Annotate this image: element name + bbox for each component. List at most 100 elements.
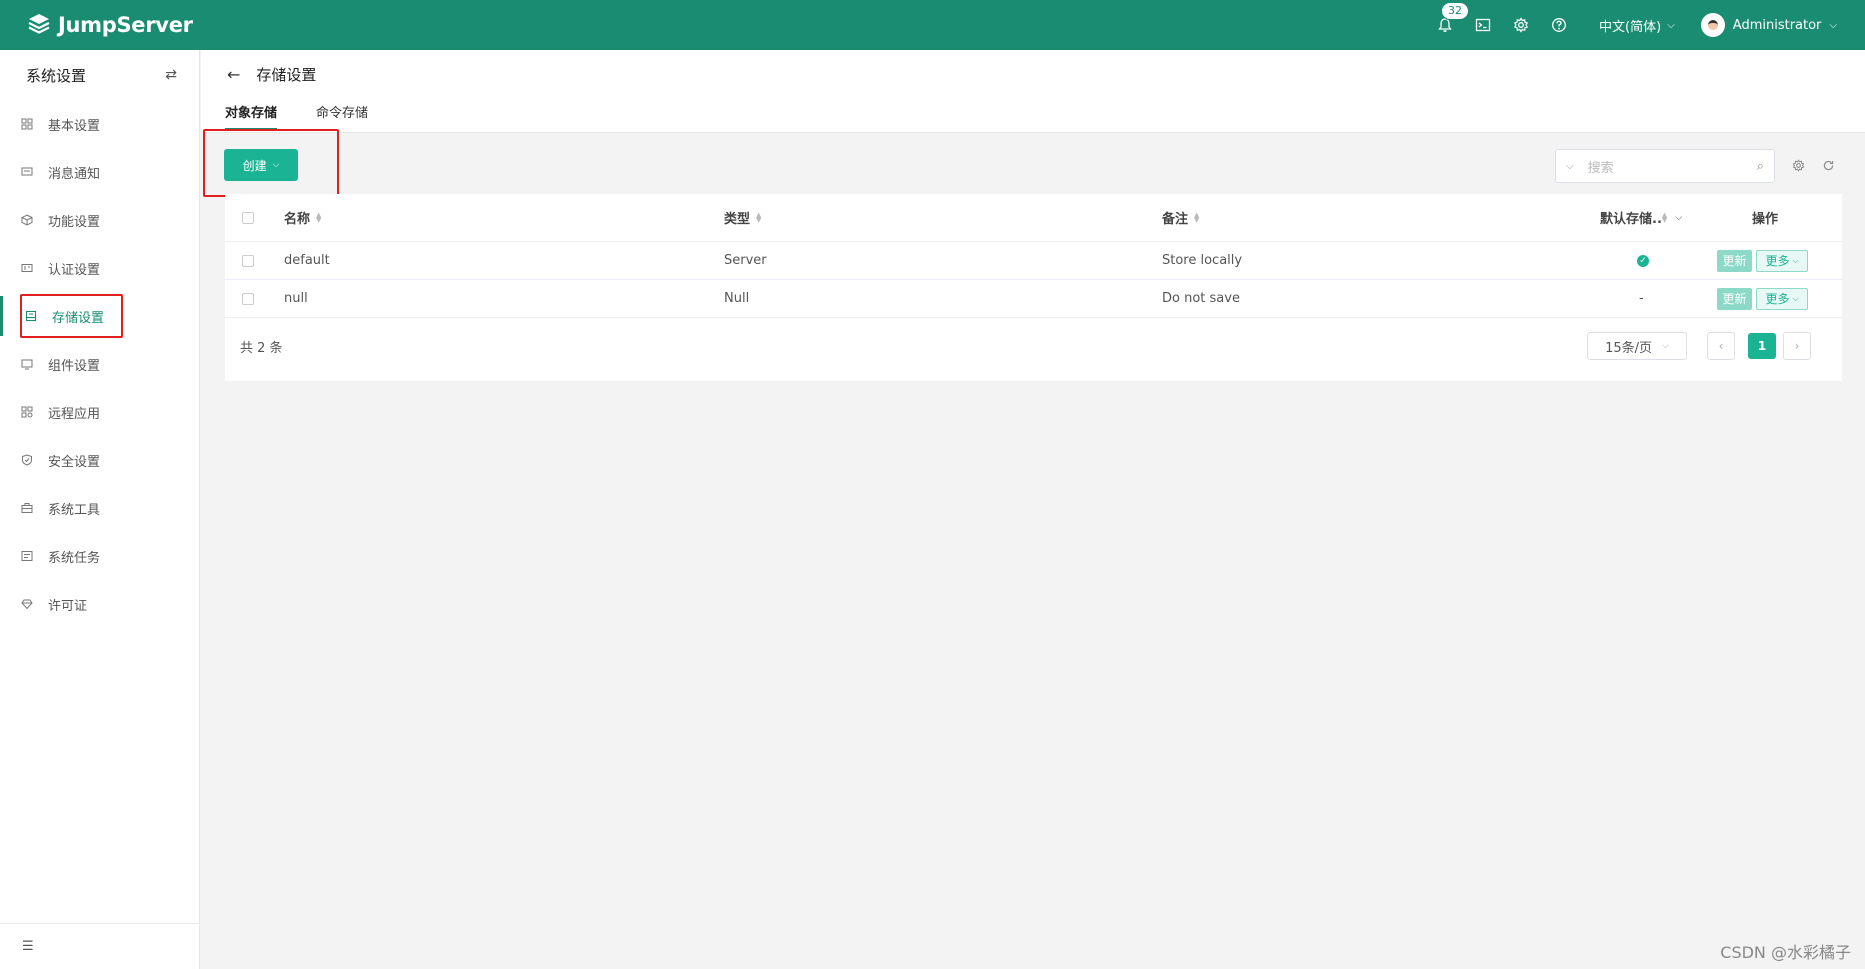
column-header-comment[interactable]: 备注 ▲ ▼ [1162, 194, 1199, 241]
switch-view-icon[interactable]: ⇄ [165, 67, 177, 83]
sidebar-item-remote-apps[interactable]: 远程应用 [0, 388, 199, 436]
more-button[interactable]: 更多 ⌵ [1756, 249, 1808, 272]
help-icon [1552, 18, 1566, 32]
table-row[interactable]: null Null Do not save - 更新 更多 ⌵ [225, 280, 1842, 318]
tab-object-storage[interactable]: 对象存储 [225, 102, 278, 130]
row-checkbox[interactable] [242, 254, 254, 267]
current-page[interactable]: 1 [1748, 333, 1776, 359]
column-label: 类型 [724, 212, 751, 227]
brand-name: JumpServer [58, 13, 193, 37]
cell-default: - [1639, 291, 1644, 306]
tab-command-storage[interactable]: 命令存储 [316, 102, 368, 130]
cell-name[interactable]: null [284, 280, 308, 317]
sidebar-item-security[interactable]: 安全设置 [0, 436, 199, 484]
apps-icon [20, 405, 34, 419]
search-input[interactable]: 搜索 [1588, 157, 1757, 176]
chevron-down-icon: ⌵ [1829, 19, 1837, 31]
sidebar-item-license[interactable]: 许可证 [0, 580, 199, 628]
select-all-checkbox[interactable] [242, 211, 254, 224]
back-arrow-icon[interactable]: ← [227, 65, 240, 84]
sort-icon[interactable]: ▲ ▼ [316, 211, 321, 223]
id-card-icon [20, 261, 34, 275]
next-page-button[interactable]: › [1783, 332, 1811, 360]
table-settings-button[interactable] [1790, 157, 1806, 173]
sidebar-header: 系统设置 ⇄ [0, 50, 199, 100]
menu-collapse-icon: ☰ [22, 939, 34, 954]
prev-page-button[interactable]: ‹ [1707, 332, 1735, 360]
sidebar-item-components[interactable]: 组件设置 [0, 340, 199, 388]
column-header-default[interactable]: 默认存储.. ▲ ▼ ⌵ [1600, 194, 1682, 241]
language-selector[interactable]: 中文(简体) ⌵ [1599, 16, 1675, 35]
watermark: CSDN @水彩橘子 [1720, 943, 1851, 962]
sidebar-item-storage[interactable]: 存储设置 [0, 292, 199, 340]
notification-count-badge: 32 [1441, 2, 1470, 20]
page-size-select[interactable]: 15条/页 ⌵ [1587, 332, 1687, 360]
cell-name[interactable]: default [284, 242, 330, 279]
cell-comment: Store locally [1162, 253, 1243, 268]
chevron-down-icon: ⌵ [272, 160, 280, 170]
sidebar-item-features[interactable]: 功能设置 [0, 196, 199, 244]
web-terminal-button[interactable] [1473, 15, 1493, 35]
update-button[interactable]: 更新 [1717, 287, 1752, 310]
column-label: 名称 [284, 212, 311, 227]
help-button[interactable] [1549, 15, 1569, 35]
refresh-icon [1823, 160, 1833, 170]
sidebar-item-label: 功能设置 [48, 214, 101, 230]
search-icon[interactable]: ⌕ [1757, 159, 1764, 174]
notification-bell-button[interactable]: 32 [1435, 2, 1470, 35]
table-header-row: 名称 ▲ ▼ 类型 ▲ ▼ 备注 ▲ ▼ 默认存储.. ▲ ▼ ⌵ 操作 [225, 194, 1842, 242]
table-row[interactable]: default Server Store locally ✓ 更新 更多 ⌵ [225, 242, 1842, 280]
search-box[interactable]: ⌵ 搜索 ⌕ [1555, 149, 1775, 183]
more-label: 更多 [1765, 254, 1790, 268]
check-circle-icon: ✓ [1637, 254, 1649, 267]
sort-icon[interactable]: ▲ ▼ [1194, 211, 1199, 223]
more-label: 更多 [1765, 292, 1790, 306]
briefcase-icon [20, 501, 34, 515]
chevron-down-icon: ⌵ [1662, 341, 1669, 351]
page-size-label: 15条/页 [1605, 340, 1653, 356]
jumpserver-logo-icon [28, 14, 50, 34]
collapse-sidebar-button[interactable]: ☰ [0, 923, 200, 969]
cell-comment: Do not save [1162, 291, 1240, 306]
chevron-down-icon[interactable]: ⌵ [1566, 161, 1574, 172]
total-count: 共 2 条 [240, 341, 283, 356]
top-navbar: JumpServer 32 中文(简体) ⌵ Administrator ⌵ [0, 0, 1865, 50]
more-button[interactable]: 更多 ⌵ [1756, 287, 1808, 310]
sidebar-item-label: 系统任务 [48, 550, 101, 566]
sidebar-item-auth[interactable]: 认证设置 [0, 244, 199, 292]
create-label: 创建 [242, 158, 267, 173]
refresh-button[interactable] [1820, 157, 1836, 173]
sidebar: 系统设置 ⇄ 基本设置 消息通知 功能设置 认证设置 存储设置 组件设置 远程应… [0, 50, 200, 969]
column-header-name[interactable]: 名称 ▲ ▼ [284, 194, 321, 241]
task-icon [20, 549, 34, 563]
sidebar-item-label: 认证设置 [48, 262, 101, 278]
sidebar-item-basic-settings[interactable]: 基本设置 [0, 100, 199, 148]
sidebar-title: 系统设置 [26, 66, 87, 85]
sidebar-item-label: 基本设置 [48, 118, 101, 134]
sidebar-item-label: 许可证 [48, 598, 88, 614]
sidebar-item-tasks[interactable]: 系统任务 [0, 532, 199, 580]
cell-type: Null [724, 291, 750, 306]
sidebar-item-label: 消息通知 [48, 166, 101, 182]
cell-type: Server [724, 253, 767, 268]
sort-icon[interactable]: ▲ ▼ [756, 211, 761, 223]
chevron-left-icon: ‹ [1718, 339, 1724, 353]
shield-icon [20, 453, 34, 467]
sort-icon[interactable]: ▲ ▼ [1662, 211, 1667, 223]
column-label: 操作 [1752, 212, 1779, 227]
column-header-type[interactable]: 类型 ▲ ▼ [724, 194, 761, 241]
filter-chevron-icon[interactable]: ⌵ [1675, 213, 1682, 223]
settings-button[interactable] [1511, 15, 1531, 35]
tab-bar: 对象存储 命令存储 [225, 102, 407, 130]
update-button[interactable]: 更新 [1717, 249, 1752, 272]
diamond-icon [20, 597, 34, 611]
sidebar-item-label: 远程应用 [48, 406, 101, 422]
storage-icon [24, 309, 38, 323]
brand-logo[interactable]: JumpServer [26, 12, 193, 38]
sidebar-item-label: 安全设置 [48, 454, 101, 470]
row-checkbox[interactable] [242, 292, 254, 305]
sidebar-item-tools[interactable]: 系统工具 [0, 484, 199, 532]
user-menu[interactable]: Administrator ⌵ [1700, 13, 1837, 37]
sidebar-item-message[interactable]: 消息通知 [0, 148, 199, 196]
create-button[interactable]: 创建 ⌵ [224, 149, 298, 181]
